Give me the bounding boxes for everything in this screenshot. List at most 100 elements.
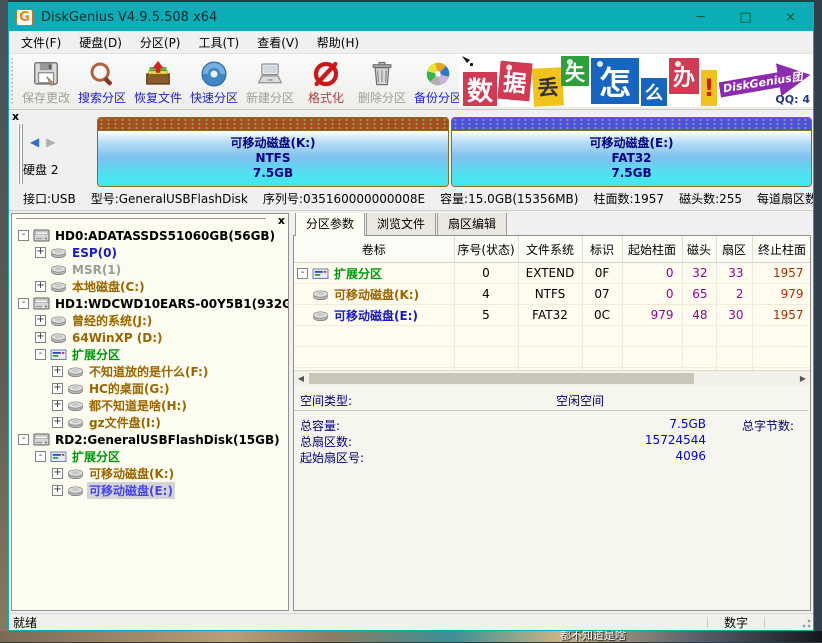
toolbar-button-delete[interactable]: 删除分区 <box>354 54 410 109</box>
disk-map-close-button[interactable]: x <box>12 111 19 122</box>
tree-item[interactable]: MSR(1) <box>12 261 288 278</box>
tab-sector-edit[interactable]: 扇区编辑 <box>437 213 507 235</box>
tree-expander[interactable]: + <box>35 281 46 292</box>
tree-expander[interactable]: + <box>35 332 46 343</box>
toolbar-button-backup[interactable]: 备份分区 <box>410 54 466 109</box>
toolbar-grip[interactable] <box>11 58 16 105</box>
empty-row <box>294 326 810 347</box>
disk-info-interface: 接口:USB <box>23 192 76 206</box>
cell: EXTEND <box>518 263 582 284</box>
menu-item-tools[interactable]: 工具(T) <box>190 31 249 54</box>
partition-row[interactable]: 可移动磁盘(K:)4NTFS070652979 <box>294 284 810 305</box>
tree-item[interactable]: -扩展分区 <box>12 346 288 363</box>
maximize-button[interactable]: □ <box>723 3 768 31</box>
desktop-wallpaper-left <box>0 0 8 642</box>
tree-item[interactable]: +本地磁盘(C:) <box>12 278 288 295</box>
tree-expander[interactable]: - <box>18 298 29 309</box>
empty-cell <box>752 326 810 347</box>
tree-item[interactable]: +64WinXP (D:) <box>12 329 288 346</box>
tree-item[interactable]: +HC的桌面(G:) <box>12 380 288 397</box>
scroll-left-arrow-icon[interactable]: ◀ <box>294 371 308 386</box>
toolbar-button-newpart[interactable]: 新建分区 <box>242 54 298 109</box>
tree-item[interactable]: +ESP(0) <box>12 244 288 261</box>
tab-browse-files[interactable]: 浏览文件 <box>366 213 436 235</box>
scroll-right-arrow-icon[interactable]: ▶ <box>796 371 810 386</box>
partition-box-k[interactable]: 可移动磁盘(K:)NTFS7.5GB <box>97 117 449 187</box>
toolbar-button-quick[interactable]: 快速分区 <box>186 54 242 109</box>
menu-item-disk[interactable]: 硬盘(D) <box>70 31 131 54</box>
tree-panel-grip[interactable] <box>16 218 266 223</box>
empty-cell <box>622 326 682 347</box>
column-header[interactable]: 磁头 <box>682 236 716 263</box>
tree-expander[interactable]: + <box>52 417 63 428</box>
cell: 可移动磁盘(K:) <box>294 284 454 305</box>
tree-expander[interactable]: + <box>35 247 46 258</box>
minimize-button[interactable]: ─ <box>678 3 723 31</box>
disk-icon <box>33 433 50 446</box>
partition-type-strip <box>452 118 811 131</box>
menu-item-partition[interactable]: 分区(P) <box>131 31 190 54</box>
disk-info-value: USB <box>51 192 76 206</box>
menu-item-help[interactable]: 帮助(H) <box>308 31 368 54</box>
tree-item[interactable]: +可移动磁盘(K:) <box>12 465 288 482</box>
tree-item-label: HD1:WDCWD10EARS-00Y5B1(932GB) <box>53 297 288 311</box>
app-logo-icon[interactable]: G <box>16 9 33 26</box>
partition-name: 可移动磁盘(E:) <box>332 307 420 324</box>
partition-box-e[interactable]: 可移动磁盘(E:)FAT327.5GB <box>451 117 812 187</box>
row-expander[interactable]: - <box>297 268 308 279</box>
partition-label-wrap: 可移动磁盘(K:) <box>294 286 454 303</box>
ext-icon <box>50 450 67 463</box>
toolbar-button-format[interactable]: 格式化 <box>298 54 354 109</box>
tree-item-label: 64WinXP (D:) <box>70 331 165 345</box>
toolbar-button-recover[interactable]: 恢复文件 <box>130 54 186 109</box>
tab-partition-params[interactable]: 分区参数 <box>295 213 365 236</box>
scrollbar-thumb[interactable] <box>309 373 694 384</box>
column-header[interactable]: 卷标 <box>294 236 454 263</box>
tree-expander[interactable]: - <box>35 349 46 360</box>
menu-item-view[interactable]: 查看(V) <box>248 31 308 54</box>
column-header[interactable]: 序号(状态) <box>454 236 518 263</box>
menu-item-file[interactable]: 文件(F) <box>12 31 70 54</box>
tree-item[interactable]: +都不知道是啥(H:) <box>12 397 288 414</box>
partition-row[interactable]: -扩展分区0EXTEND0F032331957 <box>294 263 810 284</box>
search-icon <box>87 59 117 89</box>
ad-banner[interactable]: 数据丢失怎么办! DiskGenius团队 QQ: 4 <box>459 54 813 107</box>
tree-expander[interactable]: - <box>18 230 29 241</box>
column-header[interactable]: 起始柱面 <box>622 236 682 263</box>
tree-item[interactable]: -扩展分区 <box>12 448 288 465</box>
partition-row[interactable]: 可移动磁盘(E:)5FAT320C97948301957 <box>294 305 810 326</box>
tree-panel-close-button[interactable]: x <box>278 214 285 227</box>
tree-expander[interactable]: + <box>52 366 63 377</box>
disk-info-value: GeneralUSBFlashDisk <box>119 192 248 206</box>
tree-expander[interactable]: - <box>35 451 46 462</box>
total-capacity-value: 7.5GB <box>586 417 706 431</box>
newpart-icon <box>255 59 285 89</box>
tree-item[interactable]: - HD1:WDCWD10EARS-00Y5B1(932GB) <box>12 295 288 312</box>
tree-item[interactable]: +可移动磁盘(E:) <box>12 482 288 499</box>
tree-expander[interactable]: + <box>52 468 63 479</box>
column-header[interactable]: 文件系统 <box>518 236 582 263</box>
horizontal-scrollbar[interactable]: ◀ ▶ <box>294 370 810 386</box>
tree-expander[interactable]: + <box>35 315 46 326</box>
resize-grip[interactable] <box>799 616 812 629</box>
tree-expander[interactable]: + <box>52 383 63 394</box>
tree-item[interactable]: +gz文件盘(I:) <box>12 414 288 431</box>
column-header[interactable]: 标识 <box>582 236 622 263</box>
toolbar-button-search[interactable]: 搜索分区 <box>74 54 130 109</box>
tree-item[interactable]: +曾经的系统(J:) <box>12 312 288 329</box>
close-button[interactable]: × <box>768 3 813 31</box>
tree-item[interactable]: +不知道放的是什么(F:) <box>12 363 288 380</box>
toolbar-button-save[interactable]: 保存更改 <box>18 54 74 109</box>
tree-expander[interactable]: + <box>52 485 63 496</box>
delete-icon <box>367 59 397 89</box>
tree-expander[interactable]: - <box>18 434 29 445</box>
next-disk-arrow-icon[interactable]: ▶ <box>46 135 55 149</box>
prev-disk-arrow-icon[interactable]: ◀ <box>30 135 39 149</box>
column-header[interactable]: 终止柱面 <box>752 236 810 263</box>
column-header[interactable]: 扇区 <box>716 236 752 263</box>
tree-item[interactable]: -HD0:ADATASSDS51060GB(56GB) <box>12 227 288 244</box>
tree-expander[interactable]: + <box>52 400 63 411</box>
format-icon <box>311 59 341 89</box>
cell: 0 <box>622 263 682 284</box>
tree-item[interactable]: -RD2:GeneralUSBFlashDisk(15GB) <box>12 431 288 448</box>
